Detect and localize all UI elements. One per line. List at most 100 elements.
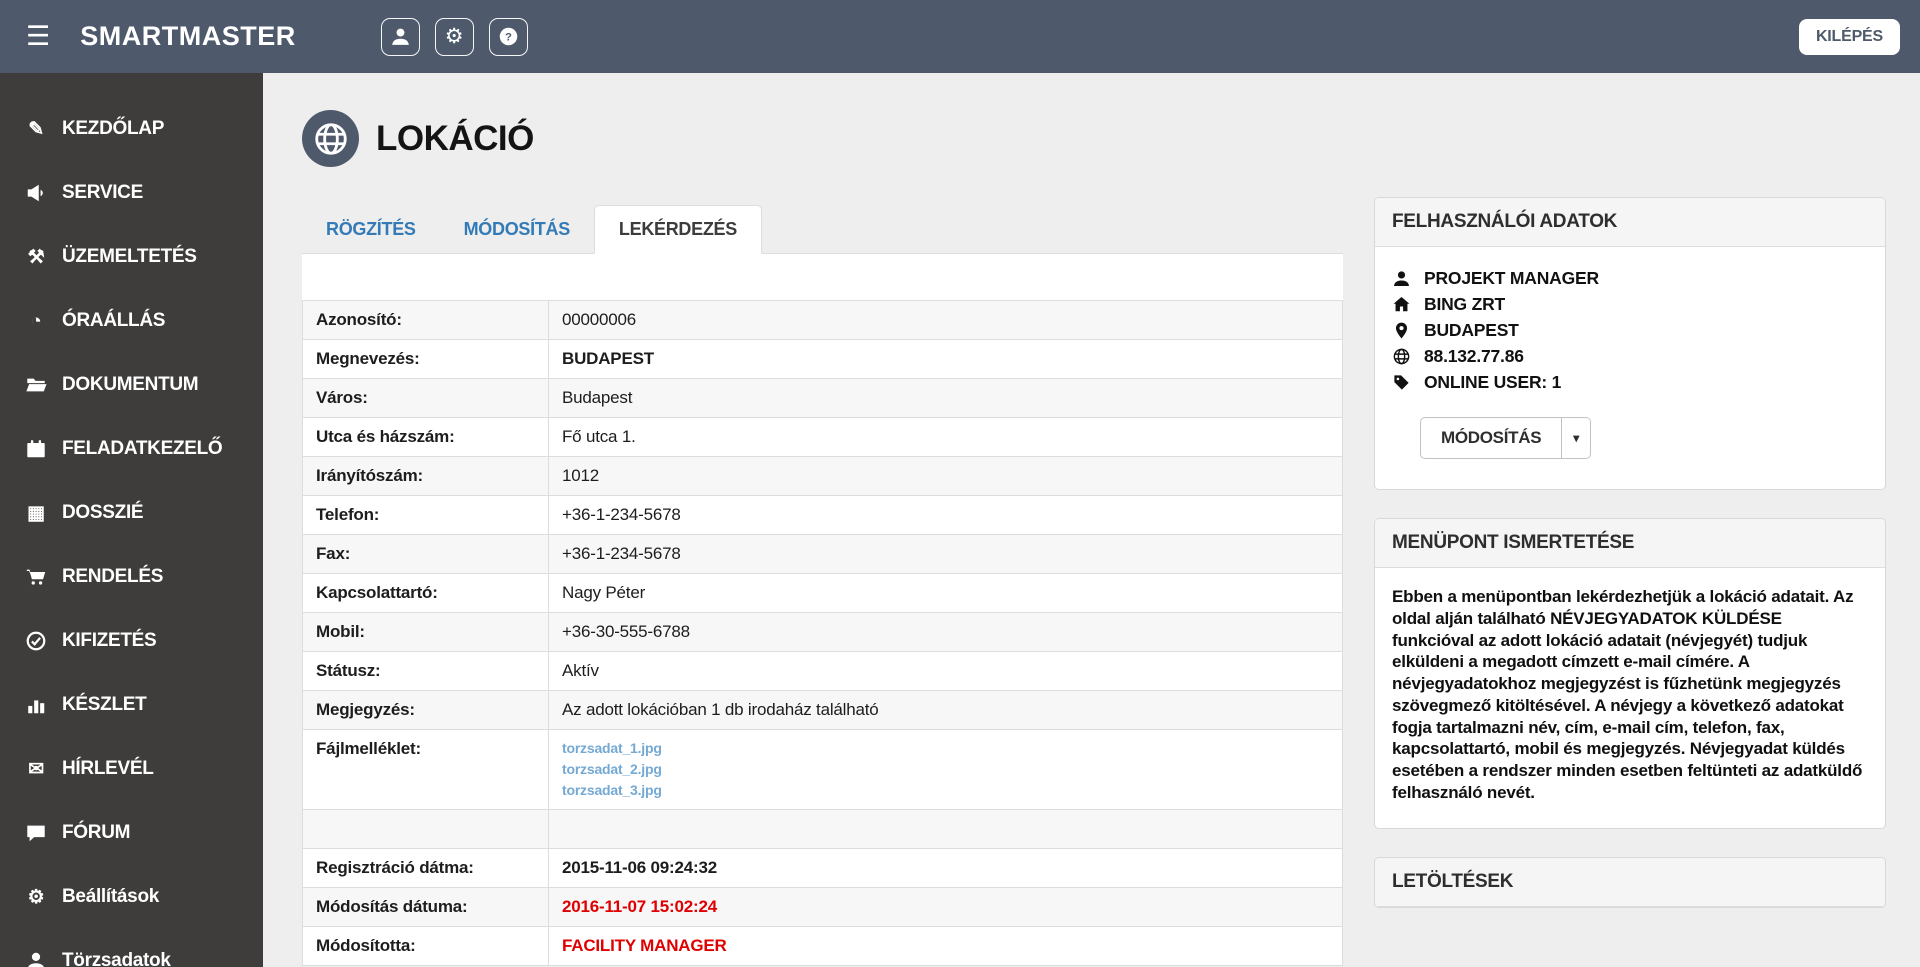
settings-button[interactable]: ⚙: [435, 18, 474, 56]
row-label: Fájlmelléklet:: [303, 730, 549, 810]
row-label: Fax:: [303, 535, 549, 574]
row-value: FACILITY MANAGER: [549, 927, 1343, 966]
table-row: Kapcsolattartó:Nagy Péter: [303, 574, 1343, 613]
attachment-link[interactable]: torzsadat_3.jpg: [562, 780, 662, 801]
sidebar-item-keszlet[interactable]: KÉSZLET: [0, 673, 263, 737]
sidebar-item-rendeles[interactable]: RENDELÉS: [0, 545, 263, 609]
globe-icon: [312, 120, 350, 158]
table-row: Megjegyzés:Az adott lokációban 1 db irod…: [303, 691, 1343, 730]
page-header: LOKÁCIÓ: [302, 110, 1343, 167]
attachment-link[interactable]: torzsadat_2.jpg: [562, 759, 662, 780]
tab-modositas[interactable]: MÓDOSÍTÁS: [440, 205, 594, 254]
map-marker-icon: [1392, 321, 1411, 340]
sidebar-item-service[interactable]: SERVICE: [0, 161, 263, 225]
sidebar-item-kifizetes[interactable]: KIFIZETÉS: [0, 609, 263, 673]
row-label: Kapcsolattartó:: [303, 574, 549, 613]
sidebar-item-dokumentum[interactable]: DOKUMENTUM: [0, 353, 263, 417]
table-row: Azonosító:00000006: [303, 301, 1343, 340]
row-value: +36-1-234-5678: [549, 496, 1343, 535]
row-label: Telefon:: [303, 496, 549, 535]
user-data-text: BING ZRT: [1424, 291, 1505, 317]
menu-icon: ☰: [26, 23, 50, 50]
user-data-item: BUDAPEST: [1392, 317, 1868, 343]
gauge-icon: ◔: [25, 310, 47, 332]
home-icon: [1392, 295, 1411, 314]
row-label: Megnevezés:: [303, 340, 549, 379]
table-row: Megnevezés:BUDAPEST: [303, 340, 1343, 379]
row-value: torzsadat_1.jpgtorzsadat_2.jpgtorzsadat_…: [549, 730, 1343, 810]
sidebar-item-oraallas[interactable]: ◔ ÓRAÁLLÁS: [0, 289, 263, 353]
table-row: Irányítószám:1012: [303, 457, 1343, 496]
user-data-text: ONLINE USER: 1: [1424, 369, 1561, 395]
sidebar-item-forum[interactable]: FÓRUM: [0, 801, 263, 865]
svg-text:?: ?: [505, 31, 512, 43]
tab-lekerdezes[interactable]: LEKÉRDEZÉS: [594, 205, 762, 254]
user-data-panel: FELHASZNÁLÓI ADATOK PROJEKT MANAGERBING …: [1374, 197, 1886, 490]
sidebar-item-beallitasok[interactable]: ⚙Beállítások: [0, 865, 263, 929]
tab-bar: RÖGZÍTÉSMÓDOSÍTÁSLEKÉRDEZÉS: [302, 205, 1343, 254]
sidebar-item-hirlevel[interactable]: ✉HÍRLEVÉL: [0, 737, 263, 801]
user-data-item: BING ZRT: [1392, 291, 1868, 317]
row-label: Mobil:: [303, 613, 549, 652]
top-navbar: ☰ SMARTMASTER ⚙? KILÉPÉS: [0, 0, 1920, 73]
caret-down-icon: ▾: [1573, 432, 1579, 444]
table-row: Fax:+36-1-234-5678: [303, 535, 1343, 574]
row-value: Fő utca 1.: [549, 418, 1343, 457]
profile-button[interactable]: [381, 18, 420, 56]
row-value: [549, 810, 1343, 849]
row-label: Város:: [303, 379, 549, 418]
bar-chart-icon: [25, 694, 47, 716]
envelope-icon: ✉: [25, 758, 47, 780]
check-circle-icon: [25, 630, 47, 652]
table-row: Státusz:Aktív: [303, 652, 1343, 691]
tags-icon: [1392, 373, 1411, 392]
table-row: Mobil:+36-30-555-6788: [303, 613, 1343, 652]
table-row: Regisztráció dátma:2015-11-06 09:24:32: [303, 849, 1343, 888]
row-value: 1012: [549, 457, 1343, 496]
table-row: Utca és házszám:Fő utca 1.: [303, 418, 1343, 457]
row-label: Módosítás dátuma:: [303, 888, 549, 927]
record-table: Azonosító:00000006Megnevezés:BUDAPESTVár…: [302, 300, 1343, 966]
modify-button[interactable]: MÓDOSÍTÁS: [1420, 417, 1562, 459]
modify-dropdown-toggle[interactable]: ▾: [1562, 417, 1591, 459]
user-data-item: 88.132.77.86: [1392, 343, 1868, 369]
sidebar-item-kezdolap[interactable]: ✎KEZDŐLAP: [0, 97, 263, 161]
page-title: LOKÁCIÓ: [376, 119, 534, 159]
grid-icon: ▦: [25, 502, 47, 524]
sidebar-item-torzsadatok[interactable]: Törzsadatok: [0, 929, 263, 967]
row-label: Azonosító:: [303, 301, 549, 340]
user-data-text: 88.132.77.86: [1424, 343, 1524, 369]
row-value: Aktív: [549, 652, 1343, 691]
main-content: LOKÁCIÓ RÖGZÍTÉSMÓDOSÍTÁSLEKÉRDEZÉS Azon…: [263, 73, 1920, 967]
menu-toggle-button[interactable]: ☰: [20, 19, 56, 54]
sidebar-item-label: RENDELÉS: [62, 566, 163, 588]
sidebar-item-dosszie[interactable]: ▦ DOSSZIÉ: [0, 481, 263, 545]
sidebar-item-label: DOSSZIÉ: [62, 502, 143, 524]
user-icon: [25, 950, 47, 967]
gear-icon: ⚙: [444, 26, 465, 47]
sidebar-item-feladatkezelo[interactable]: FELADATKEZELŐ: [0, 417, 263, 481]
sidebar-item-label: KÉSZLET: [62, 694, 146, 716]
user-data-list: PROJEKT MANAGERBING ZRTBUDAPEST88.132.77…: [1392, 265, 1868, 395]
tab-rogzites[interactable]: RÖGZÍTÉS: [302, 205, 440, 254]
sidebar-item-uzemeltetes[interactable]: ⚒ÜZEMELTETÉS: [0, 225, 263, 289]
row-value: Budapest: [549, 379, 1343, 418]
sidebar-item-label: ÜZEMELTETÉS: [62, 246, 197, 268]
row-label: Státusz:: [303, 652, 549, 691]
globe-icon: [1392, 347, 1411, 366]
megaphone-icon: [25, 182, 47, 204]
sidebar-item-label: SERVICE: [62, 182, 143, 204]
help-button[interactable]: ?: [489, 18, 528, 56]
row-value: Nagy Péter: [549, 574, 1343, 613]
downloads-panel: LETÖLTÉSEK: [1374, 857, 1886, 908]
table-row: Módosította:FACILITY MANAGER: [303, 927, 1343, 966]
row-label: Regisztráció dátma:: [303, 849, 549, 888]
user-data-item: PROJEKT MANAGER: [1392, 265, 1868, 291]
sidebar-item-label: Törzsadatok: [62, 950, 171, 967]
sidebar-item-label: ÓRAÁLLÁS: [62, 310, 165, 332]
logout-button[interactable]: KILÉPÉS: [1799, 19, 1900, 55]
row-value: +36-30-555-6788: [549, 613, 1343, 652]
row-value: Az adott lokációban 1 db irodaház találh…: [549, 691, 1343, 730]
app-brand: SMARTMASTER: [80, 21, 296, 52]
attachment-link[interactable]: torzsadat_1.jpg: [562, 738, 662, 759]
